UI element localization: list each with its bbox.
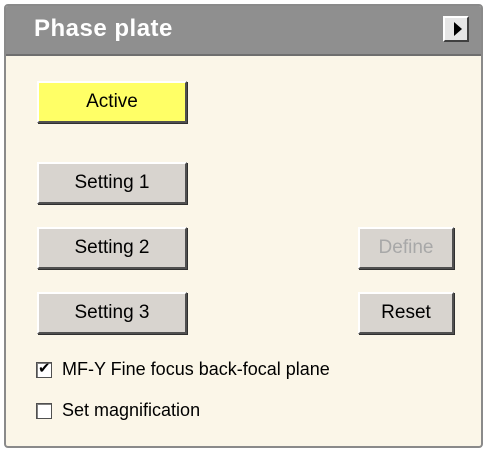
setting-1-button[interactable]: Setting 1 (37, 162, 187, 204)
panel-title: Phase plate (34, 15, 173, 42)
phase-plate-panel: Phase plate Active Setting 1 Setting 2 D… (4, 4, 483, 448)
set-magnification-row[interactable]: Set magnification (36, 400, 200, 421)
fine-focus-label: MF-Y Fine focus back-focal plane (62, 359, 330, 379)
expand-button[interactable] (443, 16, 469, 42)
right-arrow-icon (453, 22, 462, 36)
set-magnification-label: Set magnification (62, 400, 201, 420)
setting-2-button[interactable]: Setting 2 (37, 227, 187, 269)
reset-button[interactable]: Reset (358, 292, 454, 334)
active-button[interactable]: Active (37, 81, 187, 123)
define-button[interactable]: Define (358, 227, 454, 269)
fine-focus-row[interactable]: ✔ MF-Y Fine focus back-focal plane (36, 359, 330, 380)
fine-focus-checkbox[interactable]: ✔ (36, 359, 52, 378)
setting-3-button[interactable]: Setting 3 (37, 292, 187, 334)
checkmark-icon: ✔ (38, 359, 51, 377)
title-bar: Phase plate (6, 6, 481, 56)
set-magnification-checkbox[interactable] (36, 402, 52, 419)
